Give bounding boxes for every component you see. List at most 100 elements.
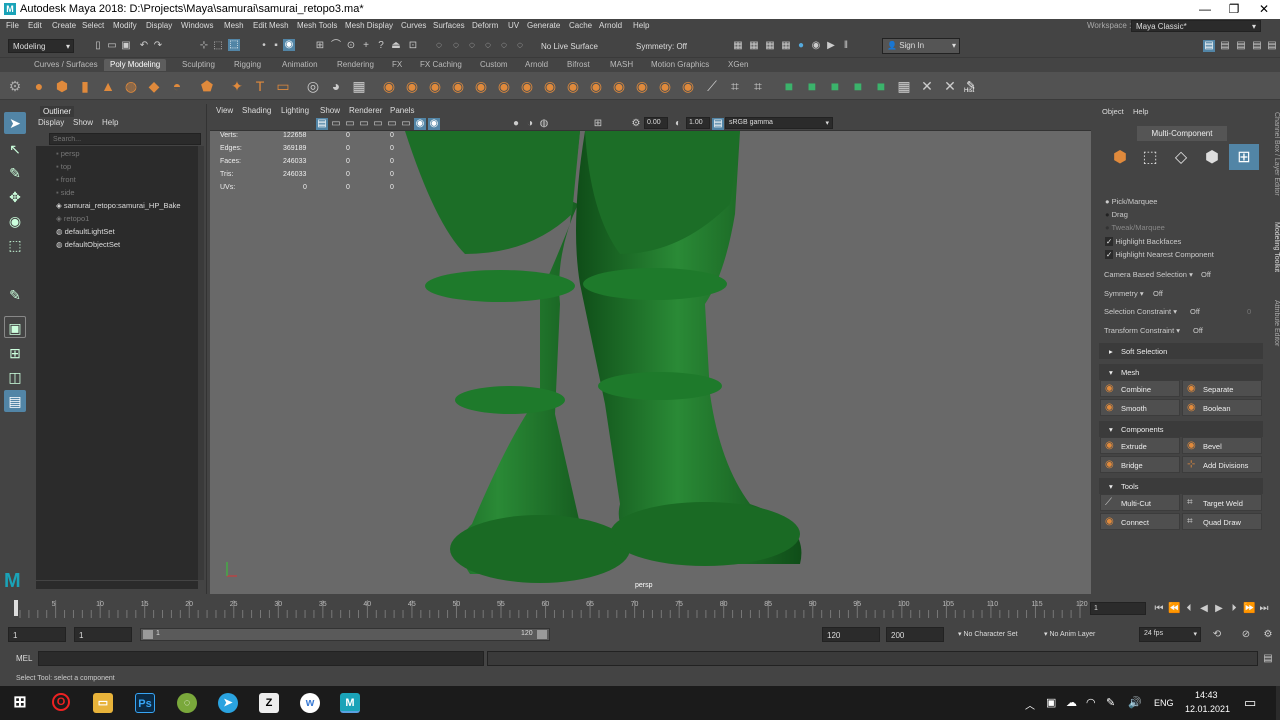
anim-end-field[interactable]: 200 — [886, 627, 944, 642]
highlight-nearest-checkbox[interactable]: ✓ Highlight Nearest Component — [1105, 250, 1214, 259]
outliner-item-top[interactable]: ▪ top — [56, 162, 71, 174]
poly-plane-icon[interactable]: ◆ — [145, 77, 163, 95]
symmetry-label[interactable]: Symmetry: Off — [636, 42, 687, 51]
edge-mode-toolkit-icon[interactable]: ◇ — [1170, 147, 1192, 169]
components-section-header[interactable]: ▾ Components — [1099, 421, 1263, 437]
shelf-tab-poly-modeling[interactable]: Poly Modeling — [104, 59, 167, 71]
gamma-field[interactable]: 1.00 — [686, 117, 710, 129]
undo-icon[interactable]: ↶ — [138, 40, 150, 52]
textured-icon[interactable]: ▭ — [358, 118, 370, 130]
tweak-icon[interactable]: ◌ — [482, 40, 494, 52]
fps-dropdown[interactable]: 24 fps ▾ — [1139, 627, 1201, 642]
character-set-dropdown[interactable]: ▾ No Character Set — [958, 630, 1018, 638]
sign-in-button[interactable]: 👤 Sign In ▾ — [882, 38, 960, 54]
viewport-menu-renderer[interactable]: Renderer — [349, 106, 382, 115]
viewport-menu-lighting[interactable]: Lighting — [281, 106, 309, 115]
sculpt-icon[interactable]: ◎ — [304, 77, 322, 95]
lights-icon[interactable]: ▭ — [372, 118, 384, 130]
motion-blur-icon[interactable]: ● — [510, 118, 522, 130]
menu-select[interactable]: Select — [82, 21, 104, 30]
menu-edit[interactable]: Edit — [28, 21, 42, 30]
side-tab-modeling-toolkit[interactable]: Modeling Toolkit — [1268, 222, 1280, 282]
poly-cylinder-icon[interactable]: ▮ — [76, 77, 94, 95]
menu-create[interactable]: Create — [52, 21, 76, 30]
uv-unfold-icon[interactable]: ■ — [780, 77, 798, 95]
menu-uv[interactable]: UV — [508, 21, 519, 30]
poly-sphere-icon[interactable]: ● — [30, 77, 48, 95]
outliner-item-samurai[interactable]: ◈ samurai_retopo:samurai_HP_Bake — [56, 201, 181, 213]
viewport-menu-panels[interactable]: Panels — [390, 106, 414, 115]
step-forward-key-icon[interactable]: ⏩ — [1243, 603, 1255, 615]
webstorm-icon[interactable]: w — [300, 693, 320, 713]
selection-constraint-row[interactable]: Selection Constraint ▾ — [1104, 307, 1177, 316]
anim-layer-dropdown[interactable]: ▾ No Anim Layer — [1044, 630, 1095, 638]
outliner-item-retopo[interactable]: ◈ retopo1 — [56, 214, 89, 226]
drag-radio[interactable]: ● Drag — [1105, 210, 1128, 219]
color-management-icon[interactable]: ▤ — [712, 118, 724, 130]
language-indicator[interactable]: ENG — [1154, 698, 1174, 708]
outliner-item-persp[interactable]: ▪ persp — [56, 149, 80, 161]
workspace-dropdown[interactable]: Maya Classic* ▾ — [1131, 20, 1261, 32]
go-to-start-icon[interactable]: ⏮ — [1153, 603, 1165, 615]
outliner-menu-display[interactable]: Display — [38, 118, 64, 127]
shelf-tab-rigging[interactable]: Rigging — [228, 59, 267, 71]
symmetry-row[interactable]: Symmetry ▾ — [1104, 289, 1144, 298]
delete-history-icon[interactable]: ✕ — [941, 77, 959, 95]
toolkit-menu-help[interactable]: Help — [1133, 107, 1148, 116]
smooth-icon[interactable]: ◉ — [449, 77, 467, 95]
menu-mesh[interactable]: Mesh — [224, 21, 244, 30]
shelf-tab-animation[interactable]: Animation — [276, 59, 324, 71]
quad-draw-icon[interactable]: ⌗ — [749, 77, 767, 95]
make-live-icon[interactable]: ◌ — [514, 40, 526, 52]
outliner-search-input[interactable] — [49, 133, 201, 145]
side-tab-attribute-editor[interactable]: Attribute Editor — [1268, 300, 1280, 356]
boolean-button[interactable]: ◉ Boolean — [1182, 399, 1262, 416]
insert-loop-icon[interactable]: ⌗ — [726, 77, 744, 95]
poly-cube-icon[interactable]: ⬢ — [53, 77, 71, 95]
snap-plane-icon[interactable]: + — [360, 40, 372, 52]
ipr-render-icon[interactable]: ▦ — [764, 40, 776, 52]
range-slider[interactable]: 1 120 — [140, 628, 550, 641]
lasso-icon[interactable]: ◌ — [433, 40, 445, 52]
multi-cut-icon[interactable]: ⟋ — [703, 77, 721, 95]
range-start-handle[interactable] — [143, 630, 153, 639]
wifi-icon[interactable]: ◠ — [1086, 696, 1096, 709]
xray-icon[interactable]: ▭ — [400, 118, 412, 130]
extrude-icon[interactable]: ◉ — [518, 77, 536, 95]
multi-cut-button[interactable]: ⟋ Multi-Cut — [1100, 494, 1180, 511]
separate-icon[interactable]: ◉ — [403, 77, 421, 95]
pause-icon[interactable]: ‖ — [840, 40, 852, 52]
zbrush-icon[interactable]: Z — [259, 693, 279, 713]
ao-icon[interactable]: ◉ — [428, 118, 440, 130]
poly-disc-icon[interactable]: ◓ — [168, 77, 186, 95]
save-scene-icon[interactable]: ▣ — [120, 40, 132, 52]
highlight-backfaces-checkbox[interactable]: ✓ Highlight Backfaces — [1105, 237, 1181, 246]
maya-taskbar-icon[interactable]: M — [340, 693, 360, 713]
menu-surfaces[interactable]: Surfaces — [433, 21, 465, 30]
shelf-tab-fx[interactable]: FX — [386, 59, 408, 71]
current-frame-field[interactable]: 1 — [1090, 602, 1146, 615]
menu-generate[interactable]: Generate — [527, 21, 560, 30]
render-current-icon[interactable]: ▦ — [748, 40, 760, 52]
outliner-layout-icon[interactable]: ▤ — [4, 390, 26, 412]
clock-time[interactable]: 14:43 — [1195, 690, 1218, 700]
uv-editor-icon[interactable]: ▦ — [350, 77, 368, 95]
loop-icon[interactable]: ⟲ — [1211, 629, 1223, 641]
multi-component-mode-icon[interactable]: ⊞ — [1229, 144, 1259, 170]
bridge-icon[interactable]: ◉ — [541, 77, 559, 95]
notifications-icon[interactable]: ▭ — [1244, 695, 1256, 711]
open-scene-icon[interactable]: ▭ — [106, 40, 118, 52]
transform-constraint-row[interactable]: Transform Constraint ▾ — [1104, 326, 1180, 335]
tools-section-header[interactable]: ▾ Tools — [1099, 478, 1263, 494]
playblast-icon[interactable]: ▶ — [825, 40, 837, 52]
paint-select-tool-icon[interactable]: ✎ — [4, 162, 26, 184]
opera-icon[interactable]: O — [52, 693, 70, 711]
combine-icon[interactable]: ◉ — [380, 77, 398, 95]
extrude-button[interactable]: ◉ Extrude — [1100, 437, 1180, 454]
viewport-menu-show[interactable]: Show — [320, 106, 340, 115]
snap-point-icon[interactable]: ⊙ — [345, 40, 357, 52]
boolean-icon[interactable]: ◉ — [472, 77, 490, 95]
shelf-menu-icon[interactable]: ⚙ — [6, 77, 24, 95]
outliner-item-light-set[interactable]: ◍ defaultLightSet — [56, 227, 115, 239]
platonic-solid-icon[interactable]: ⬟ — [198, 77, 216, 95]
